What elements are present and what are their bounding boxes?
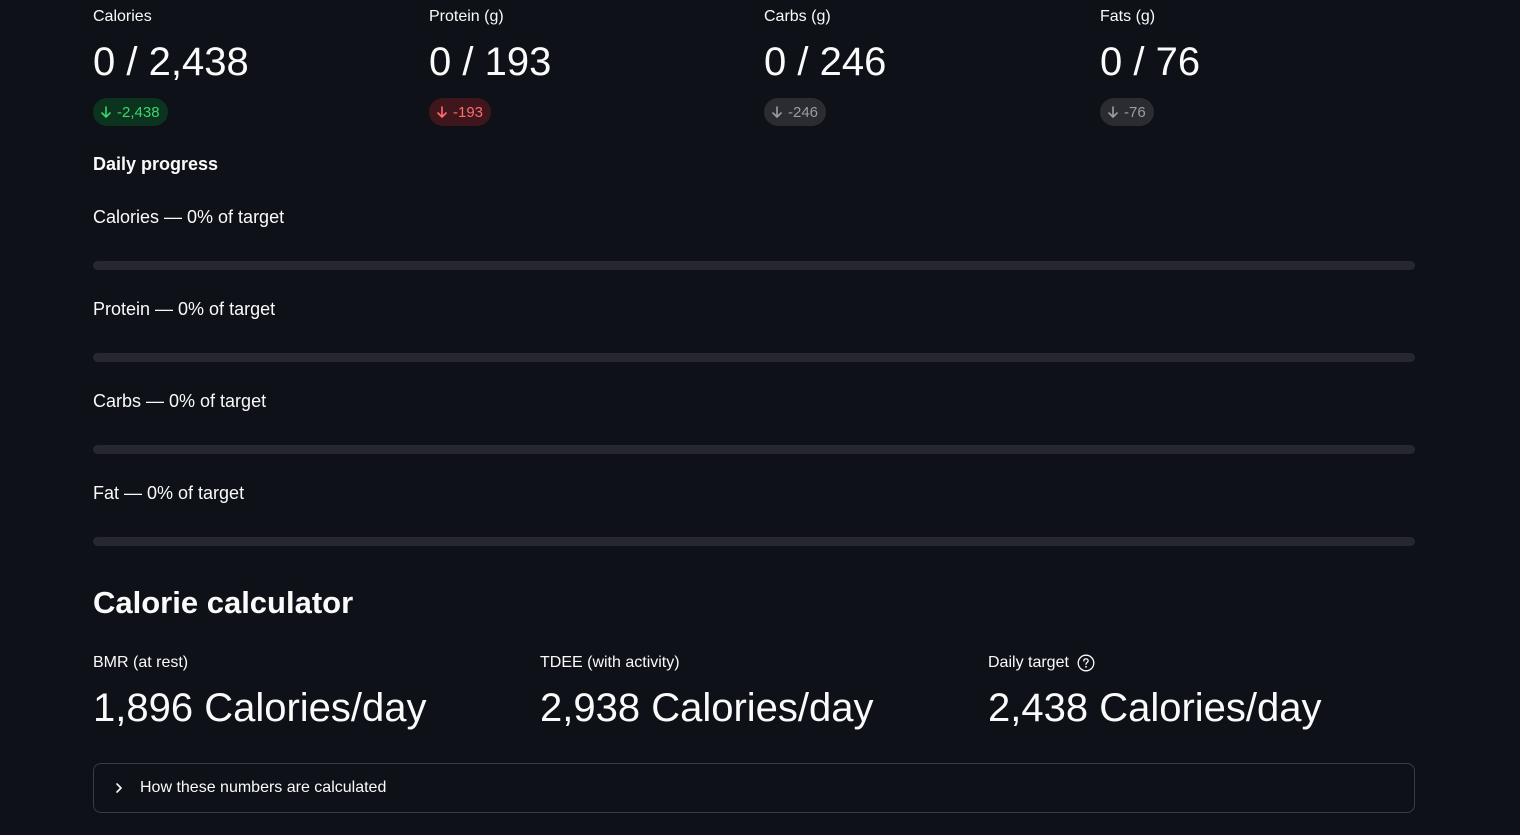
progress-bar: [93, 261, 1415, 270]
progress-label: Protein — 0% of target: [93, 299, 276, 319]
arrow-down-icon: [1106, 105, 1120, 119]
metric-delta-value: -193: [453, 103, 484, 121]
metric-label-text: Daily target: [988, 654, 1069, 671]
metric-label-text: BMR (at rest): [93, 654, 189, 671]
progress-label: Fat — 0% of target: [93, 483, 245, 503]
question-circle-icon[interactable]: [1077, 654, 1095, 672]
metric-label: Carbs (g): [764, 8, 831, 25]
metric-label: Protein (g): [429, 8, 504, 25]
arrow-down-icon: [435, 105, 449, 119]
metric-label: BMR (at rest): [93, 654, 188, 672]
metric-label: Calories: [93, 8, 152, 25]
metric-delta: -76: [1100, 98, 1154, 126]
daily-progress-heading: Daily progress: [93, 154, 219, 174]
metric-value: 0 / 2,438: [93, 40, 249, 84]
metric-value: 2,938 Calories/day: [540, 686, 874, 730]
metric-label: TDEE (with activity): [540, 654, 680, 672]
progress-label: Carbs — 0% of target: [93, 391, 267, 411]
metric-delta: -2,438: [93, 98, 168, 126]
progress-fat: Fat — 0% of target: [93, 483, 1415, 553]
progress-bar: [93, 445, 1415, 454]
metric-value: 0 / 246: [764, 40, 887, 84]
main-content: Calories 0 / 2,438 -2,438 Protein (g) 0 …: [93, 0, 1415, 813]
metric-delta-value: -246: [788, 103, 819, 121]
calorie-calculator-title: Calorie calculator: [93, 585, 354, 620]
progress-calories: Calories — 0% of target: [93, 207, 1415, 277]
metric-delta-value: -76: [1124, 103, 1146, 121]
expander-label: How these numbers are calculated: [140, 779, 387, 796]
progress-carbs: Carbs — 0% of target: [93, 391, 1415, 461]
metric-delta: -193: [429, 98, 492, 126]
metric-label-text: TDEE (with activity): [540, 654, 680, 671]
app-page: Calories 0 / 2,438 -2,438 Protein (g) 0 …: [0, 0, 1520, 835]
metric-delta: -246: [764, 98, 827, 126]
calculation-details-expander[interactable]: How these numbers are calculated: [93, 763, 1415, 813]
metric-value: 0 / 76: [1100, 40, 1201, 84]
progress-bar: [93, 537, 1415, 546]
macro-metrics-row: Calories 0 / 2,438 -2,438 Protein (g) 0 …: [93, 0, 1415, 130]
progress-label: Calories — 0% of target: [93, 207, 285, 227]
progress-bar: [93, 353, 1415, 362]
metric-label: Daily target: [988, 654, 1095, 672]
metric-value: 0 / 193: [429, 40, 552, 84]
arrow-down-icon: [770, 105, 784, 119]
metric-label: Fats (g): [1100, 8, 1156, 25]
metric-delta-value: -2,438: [117, 103, 160, 121]
arrow-down-icon: [99, 105, 113, 119]
metric-value: 2,438 Calories/day: [988, 686, 1322, 730]
metric-value: 1,896 Calories/day: [93, 686, 427, 730]
chevron-right-icon: [112, 781, 126, 795]
progress-protein: Protein — 0% of target: [93, 299, 1415, 369]
